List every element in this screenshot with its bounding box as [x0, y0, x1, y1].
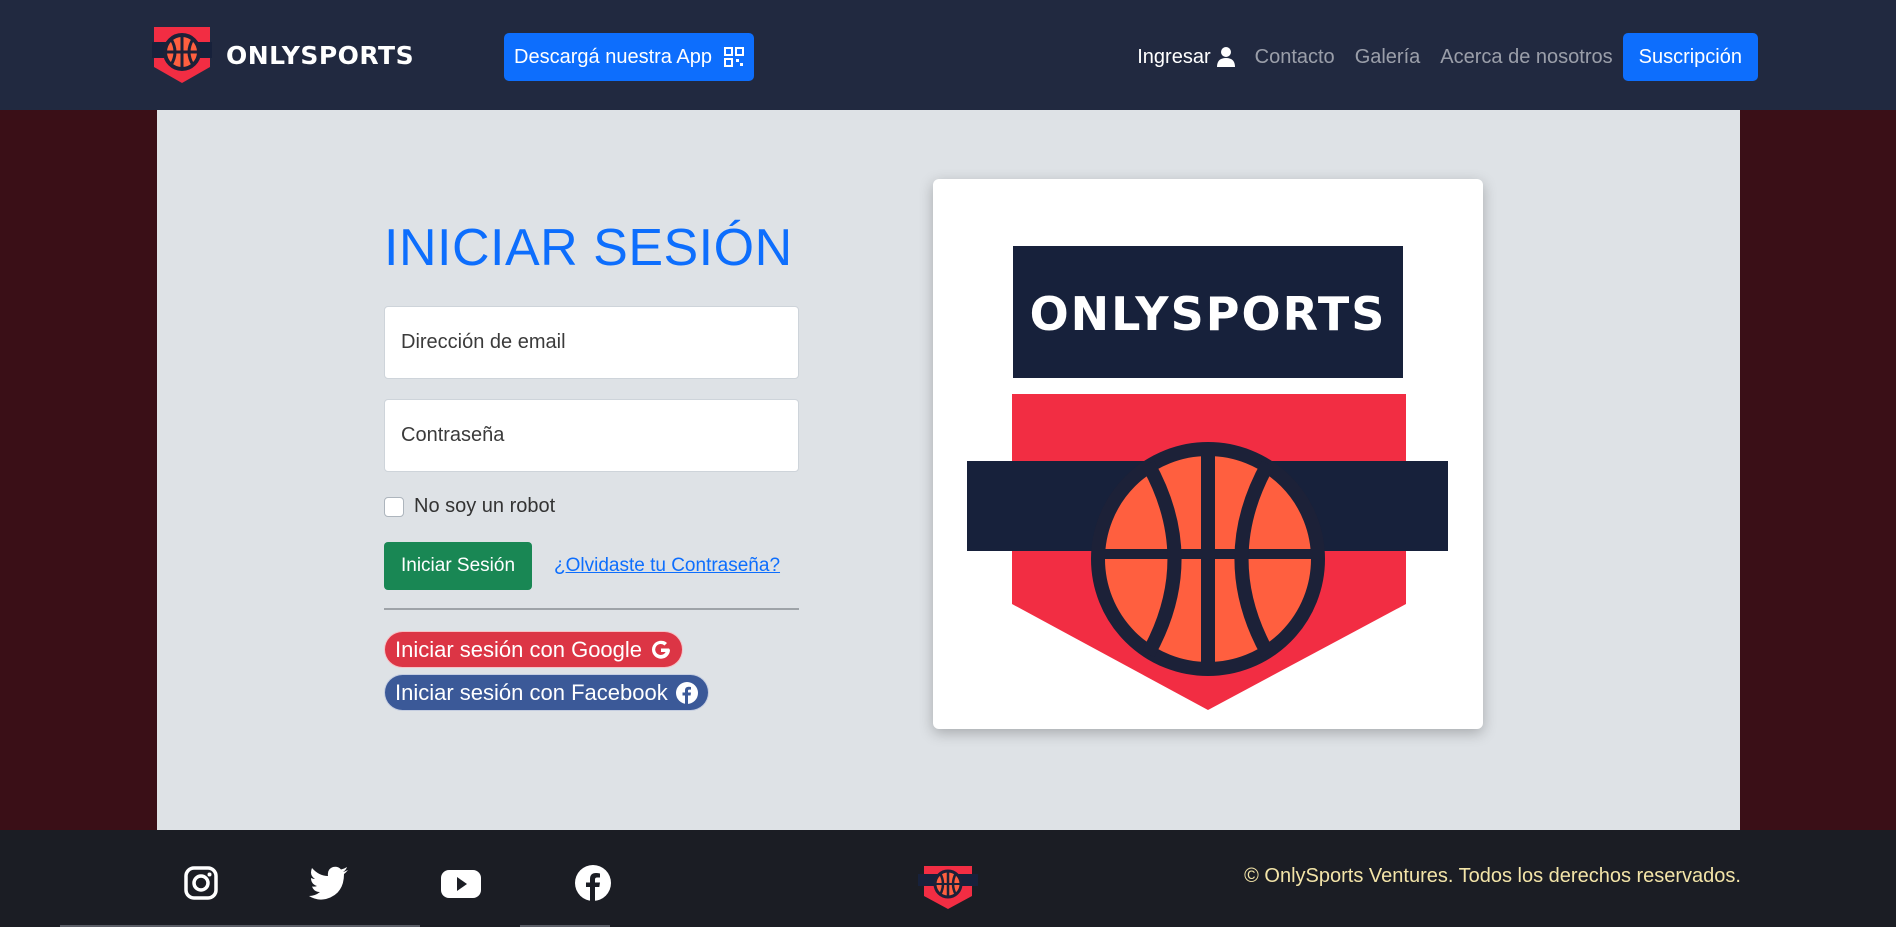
forgot-password-link[interactable]: ¿Olvidaste tu Contraseña?	[554, 555, 780, 577]
facebook-login-label: Iniciar sesión con Facebook	[395, 679, 668, 705]
nav-link-login-label: Ingresar	[1137, 45, 1211, 68]
download-app-label: Descargá nuestra App	[514, 45, 712, 68]
email-field[interactable]	[384, 306, 799, 379]
twitter-icon[interactable]	[309, 865, 349, 901]
onlysports-logo-icon: ONLYSPORTS	[967, 246, 1448, 710]
copyright-text: © OnlySports Ventures. Todos los derecho…	[1244, 865, 1741, 887]
login-title: INICIAR SESIÓN	[384, 219, 793, 277]
password-field[interactable]	[384, 399, 799, 472]
nav-link-contact[interactable]: Contacto	[1255, 46, 1335, 69]
nav-link-gallery[interactable]: Galería	[1355, 46, 1421, 69]
navbar: ONLYSPORTS Descargá nuestra App Ingresar…	[0, 0, 1896, 110]
footer: © OnlySports Ventures. Todos los derecho…	[0, 830, 1896, 927]
youtube-icon[interactable]	[440, 865, 482, 901]
google-login-button[interactable]: Iniciar sesión con Google	[384, 631, 684, 668]
facebook-icon	[675, 681, 698, 704]
main-content: INICIAR SESIÓN No soy un robot Iniciar S…	[157, 110, 1740, 830]
google-icon	[652, 640, 671, 659]
subscribe-button[interactable]: Suscripción	[1622, 33, 1758, 81]
nav-link-login[interactable]: Ingresar	[1137, 45, 1235, 69]
basketball-logo-icon	[152, 27, 212, 83]
nav-link-about[interactable]: Acerca de nosotros	[1440, 46, 1612, 69]
instagram-icon[interactable]	[183, 865, 219, 901]
logo-card-text: ONLYSPORTS	[1030, 287, 1387, 341]
qr-code-icon	[723, 47, 744, 67]
footer-logo-icon	[918, 866, 978, 909]
brand-name: ONLYSPORTS	[226, 40, 415, 70]
nav-links: Ingresar Contacto Galería Acerca de noso…	[1137, 33, 1758, 81]
login-button[interactable]: Iniciar Sesión	[384, 542, 532, 590]
divider	[384, 608, 799, 610]
facebook-icon[interactable]	[575, 865, 611, 901]
facebook-login-button[interactable]: Iniciar sesión con Facebook	[384, 674, 709, 711]
download-app-button[interactable]: Descargá nuestra App	[504, 33, 754, 81]
brand-logo[interactable]: ONLYSPORTS	[152, 25, 414, 85]
robot-label: No soy un robot	[414, 495, 556, 517]
google-login-label: Iniciar sesión con Google	[395, 636, 643, 662]
robot-check: No soy un robot	[384, 495, 555, 518]
logo-card: ONLYSPORTS	[933, 179, 1483, 729]
robot-checkbox[interactable]	[384, 496, 404, 517]
user-icon	[1216, 47, 1235, 67]
